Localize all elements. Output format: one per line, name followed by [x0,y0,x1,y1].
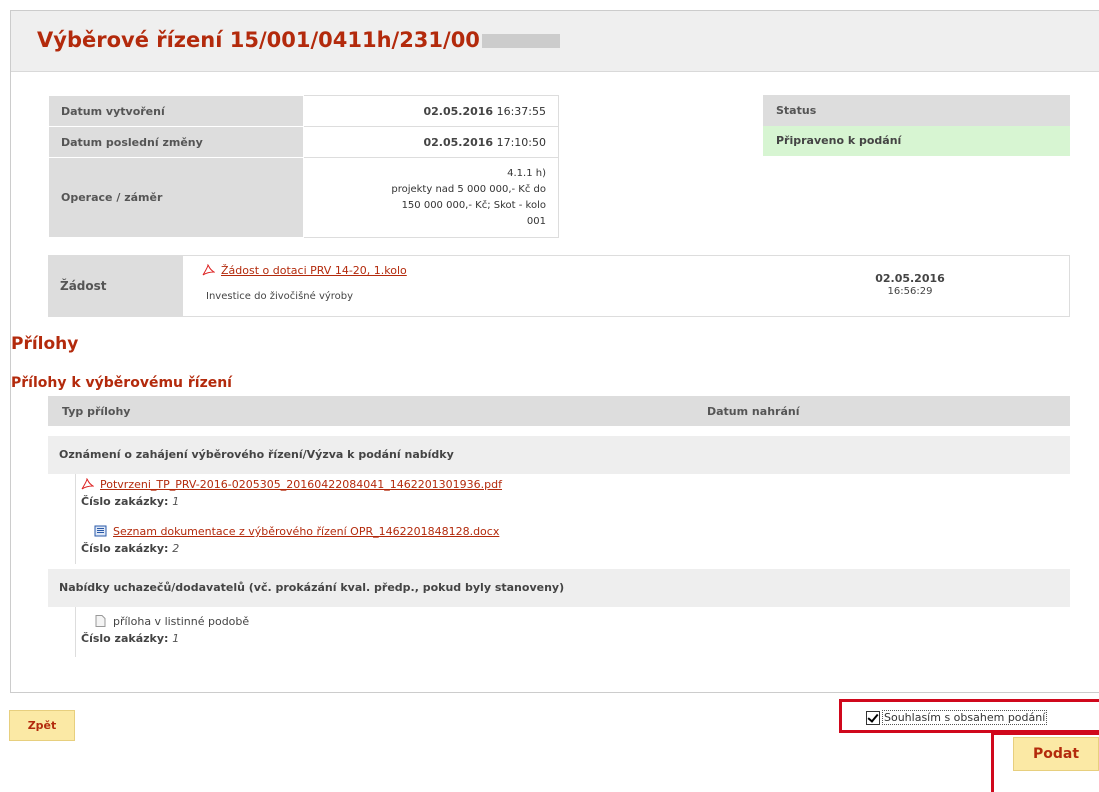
modified-time: 17:10:50 [496,135,546,149]
attachment-link[interactable]: Potvrzeni_TP_PRV-2016-0205305_2016042208… [100,478,502,491]
back-button[interactable]: Zpět [9,710,75,741]
application-box: Žádost Žádost o dotaci PRV 14-20, 1.kolo… [48,255,1070,317]
order-number: Číslo zakázky: 2 [81,542,499,555]
attachments-subheading: Přílohy k výběrovému řízení [11,375,232,391]
created-label: Datum vytvoření [48,95,304,127]
table-row: Operace / záměr 4.1.1 h) projekty nad 5 … [48,157,559,238]
column-header-type: Typ přílohy [62,405,131,418]
attachment-group-title: Nabídky uchazečů/dodavatelů (vč. prokázá… [59,581,565,594]
pdf-icon [81,478,94,490]
created-value: 02.05.2016 16:37:55 [303,95,559,127]
application-description: Investice do živočišné výroby [206,291,354,302]
attachment-group: Oznámení o zahájení výběrového řízení/Vý… [48,436,1070,474]
status-header: Status [763,95,1070,126]
order-number-label: Číslo zakázky: [81,632,169,645]
page-title-text: Výběrové řízení 15/001/0411h/231/00 [37,28,480,52]
application-date: 02.05.2016 [875,272,945,285]
list-item: příloha v listinné podobě Číslo zakázky:… [81,615,249,645]
operation-value: 4.1.1 h) projekty nad 5 000 000,- Kč do … [303,157,559,238]
attachment-group-title: Oznámení o zahájení výběrového řízení/Vý… [59,448,454,461]
order-number-value: 1 [172,632,180,645]
table-row: Datum poslední změny 02.05.2016 17:10:50 [48,126,559,158]
document-icon [95,615,106,627]
attachments-heading: Přílohy [11,334,79,354]
order-number: Číslo zakázky: 1 [81,495,502,508]
divider [75,607,76,657]
modified-label: Datum poslední změny [48,126,304,158]
operation-line: projekty nad 5 000 000,- Kč do [391,183,546,195]
page-title: Výběrové řízení 15/001/0411h/231/00 [37,28,560,52]
operation-label: Operace / záměr [48,157,304,238]
status-badge: Připraveno k podání [763,126,1070,156]
created-date: 02.05.2016 [423,104,494,118]
list-item: Seznam dokumentace z výběrového řízení O… [81,525,499,555]
detail-panel: Výběrové řízení 15/001/0411h/231/00 Datu… [10,10,1099,693]
checkbox-checked-icon[interactable] [866,710,880,725]
order-number-value: 1 [172,495,180,508]
redacted-block [481,34,560,48]
attachment-group: Nabídky uchazečů/dodavatelů (vč. prokázá… [48,569,1070,607]
order-number-label: Číslo zakázky: [81,495,169,508]
divider [75,474,76,564]
order-number-label: Číslo zakázky: [81,542,169,555]
attachments-table-header: Typ přílohy Datum nahrání [48,396,1070,426]
operation-line: 4.1.1 h) [507,167,546,179]
attachment-name: příloha v listinné podobě [113,615,250,628]
word-icon [94,525,107,537]
application-label: Žádost [49,256,183,316]
application-link[interactable]: Žádost o dotaci PRV 14-20, 1.kolo [202,264,407,277]
application-time: 16:56:29 [887,286,933,297]
application-link-text[interactable]: Žádost o dotaci PRV 14-20, 1.kolo [221,264,407,277]
info-table: Datum vytvoření 02.05.2016 16:37:55 Datu… [48,95,559,238]
operation-line: 001 [526,215,546,227]
consent-label[interactable]: Souhlasím s obsahem podání [882,710,1048,725]
column-header-date: Datum nahrání [707,405,800,418]
list-item: Potvrzeni_TP_PRV-2016-0205305_2016042208… [81,478,502,508]
title-bar: Výběrové řízení 15/001/0411h/231/00 [11,11,1099,72]
modified-value: 02.05.2016 17:10:50 [303,126,559,158]
created-time: 16:37:55 [496,104,546,118]
order-number-value: 2 [172,542,180,555]
order-number: Číslo zakázky: 1 [81,632,249,645]
pdf-icon [202,264,215,276]
modified-date: 02.05.2016 [423,135,494,149]
consent-checkbox[interactable]: Souhlasím s obsahem podání [866,710,1048,725]
operation-line: 150 000 000,- Kč; Skot - kolo [401,199,546,211]
attachment-link[interactable]: Seznam dokumentace z výběrového řízení O… [113,525,499,538]
table-row: Datum vytvoření 02.05.2016 16:37:55 [48,95,559,127]
submit-button[interactable]: Podat [1013,737,1099,771]
